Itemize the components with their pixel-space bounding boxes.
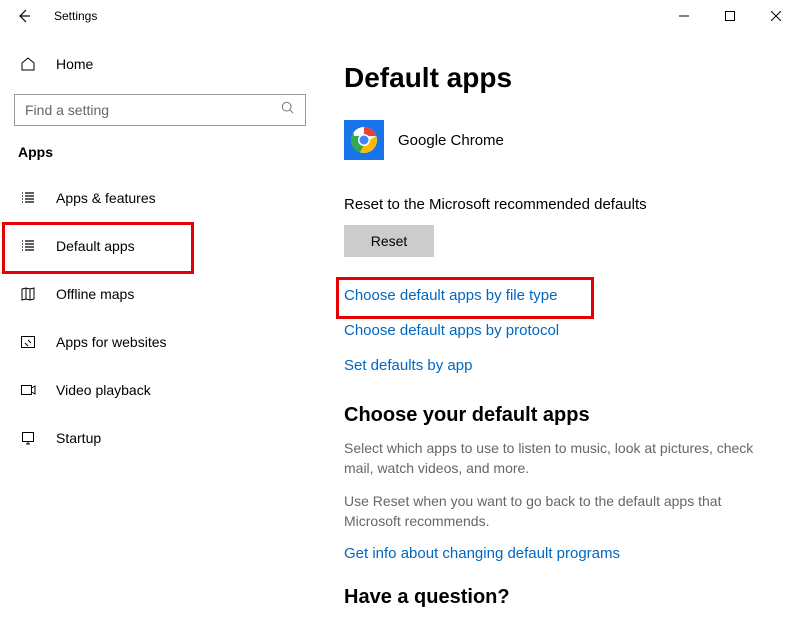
map-icon xyxy=(18,286,38,302)
sidebar-item-apps-features[interactable]: Apps & features xyxy=(0,174,320,222)
link-choose-by-file-type[interactable]: Choose default apps by file type xyxy=(344,287,775,304)
page-title: Default apps xyxy=(344,62,775,94)
back-arrow-icon xyxy=(16,8,32,24)
close-button[interactable] xyxy=(753,0,799,32)
link-set-defaults-by-app[interactable]: Set defaults by app xyxy=(344,357,775,374)
sidebar-item-label: Apps for websites xyxy=(56,334,320,350)
websites-icon xyxy=(18,334,38,350)
startup-icon xyxy=(18,430,38,446)
search-input[interactable] xyxy=(25,102,295,118)
home-label: Home xyxy=(56,56,93,72)
app-name: Google Chrome xyxy=(398,132,504,149)
sidebar-item-label: Offline maps xyxy=(56,286,320,302)
minimize-button[interactable] xyxy=(661,0,707,32)
link-choose-by-protocol[interactable]: Choose default apps by protocol xyxy=(344,322,775,339)
home-link[interactable]: Home xyxy=(0,44,320,84)
choose-heading: Choose your default apps xyxy=(344,404,775,427)
reset-button[interactable]: Reset xyxy=(344,225,434,257)
sidebar-item-label: Default apps xyxy=(56,238,320,254)
reset-label: Reset to the Microsoft recommended defau… xyxy=(344,196,775,213)
sidebar-item-startup[interactable]: Startup xyxy=(0,414,320,462)
maximize-button[interactable] xyxy=(707,0,753,32)
list-icon xyxy=(18,190,38,206)
link-get-info[interactable]: Get info about changing default programs xyxy=(344,545,775,562)
sidebar-item-label: Startup xyxy=(56,430,320,446)
section-label: Apps xyxy=(0,144,320,160)
chrome-icon xyxy=(344,120,384,160)
video-icon xyxy=(18,382,38,398)
default-apps-icon xyxy=(18,238,38,254)
minimize-icon xyxy=(679,11,689,21)
search-input-container[interactable] xyxy=(14,94,306,126)
search-icon xyxy=(281,101,295,120)
sidebar-item-offline-maps[interactable]: Offline maps xyxy=(0,270,320,318)
maximize-icon xyxy=(725,11,735,21)
sidebar-item-apps-for-websites[interactable]: Apps for websites xyxy=(0,318,320,366)
sidebar-item-default-apps[interactable]: Default apps xyxy=(0,222,320,270)
sidebar-item-video-playback[interactable]: Video playback xyxy=(0,366,320,414)
back-button[interactable] xyxy=(14,6,34,26)
sidebar-item-label: Video playback xyxy=(56,382,320,398)
home-icon xyxy=(18,56,38,72)
choose-body-1: Select which apps to use to listen to mu… xyxy=(344,439,764,478)
question-heading: Have a question? xyxy=(344,586,775,609)
window-title: Settings xyxy=(54,9,97,23)
close-icon xyxy=(771,11,781,21)
sidebar-item-label: Apps & features xyxy=(56,190,320,206)
choose-body-2: Use Reset when you want to go back to th… xyxy=(344,492,764,531)
default-browser-row[interactable]: Google Chrome xyxy=(344,120,775,160)
